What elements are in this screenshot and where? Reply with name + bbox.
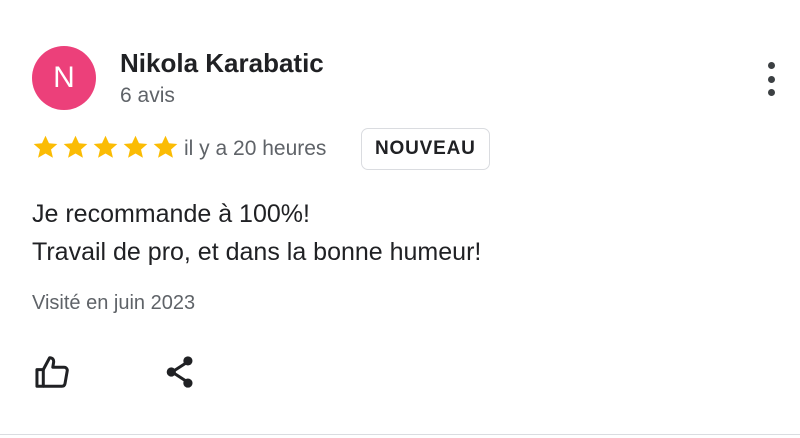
more-vert-icon bbox=[767, 89, 775, 96]
review-count: 6 avis bbox=[120, 84, 175, 107]
star-icon bbox=[153, 135, 178, 158]
reviewer-name[interactable]: Nikola Karabatic bbox=[120, 48, 324, 79]
star-icon bbox=[93, 135, 118, 158]
share-icon bbox=[166, 356, 193, 388]
divider bbox=[0, 434, 800, 435]
new-badge: NOUVEAU bbox=[361, 128, 490, 170]
like-button[interactable] bbox=[32, 352, 72, 392]
more-options-button[interactable] bbox=[754, 58, 788, 100]
review-time: il y a 20 heures bbox=[184, 137, 327, 160]
avatar[interactable]: N bbox=[32, 46, 96, 110]
star-icon bbox=[33, 135, 58, 158]
avatar-initial: N bbox=[53, 61, 75, 94]
review-text-line: Travail de pro, et dans la bonne humeur! bbox=[32, 238, 482, 266]
star-icon bbox=[123, 135, 148, 158]
more-vert-icon bbox=[767, 75, 775, 83]
review-text-line: Je recommande à 100%! bbox=[32, 200, 310, 228]
star-rating bbox=[32, 134, 179, 161]
star-icon bbox=[63, 135, 88, 158]
thumb-up-icon bbox=[35, 356, 69, 388]
review-text: Je recommande à 100%! Travail de pro, et… bbox=[32, 195, 481, 271]
visit-date: Visité en juin 2023 bbox=[32, 292, 196, 314]
more-vert-icon bbox=[767, 62, 775, 69]
share-button[interactable] bbox=[160, 352, 200, 392]
